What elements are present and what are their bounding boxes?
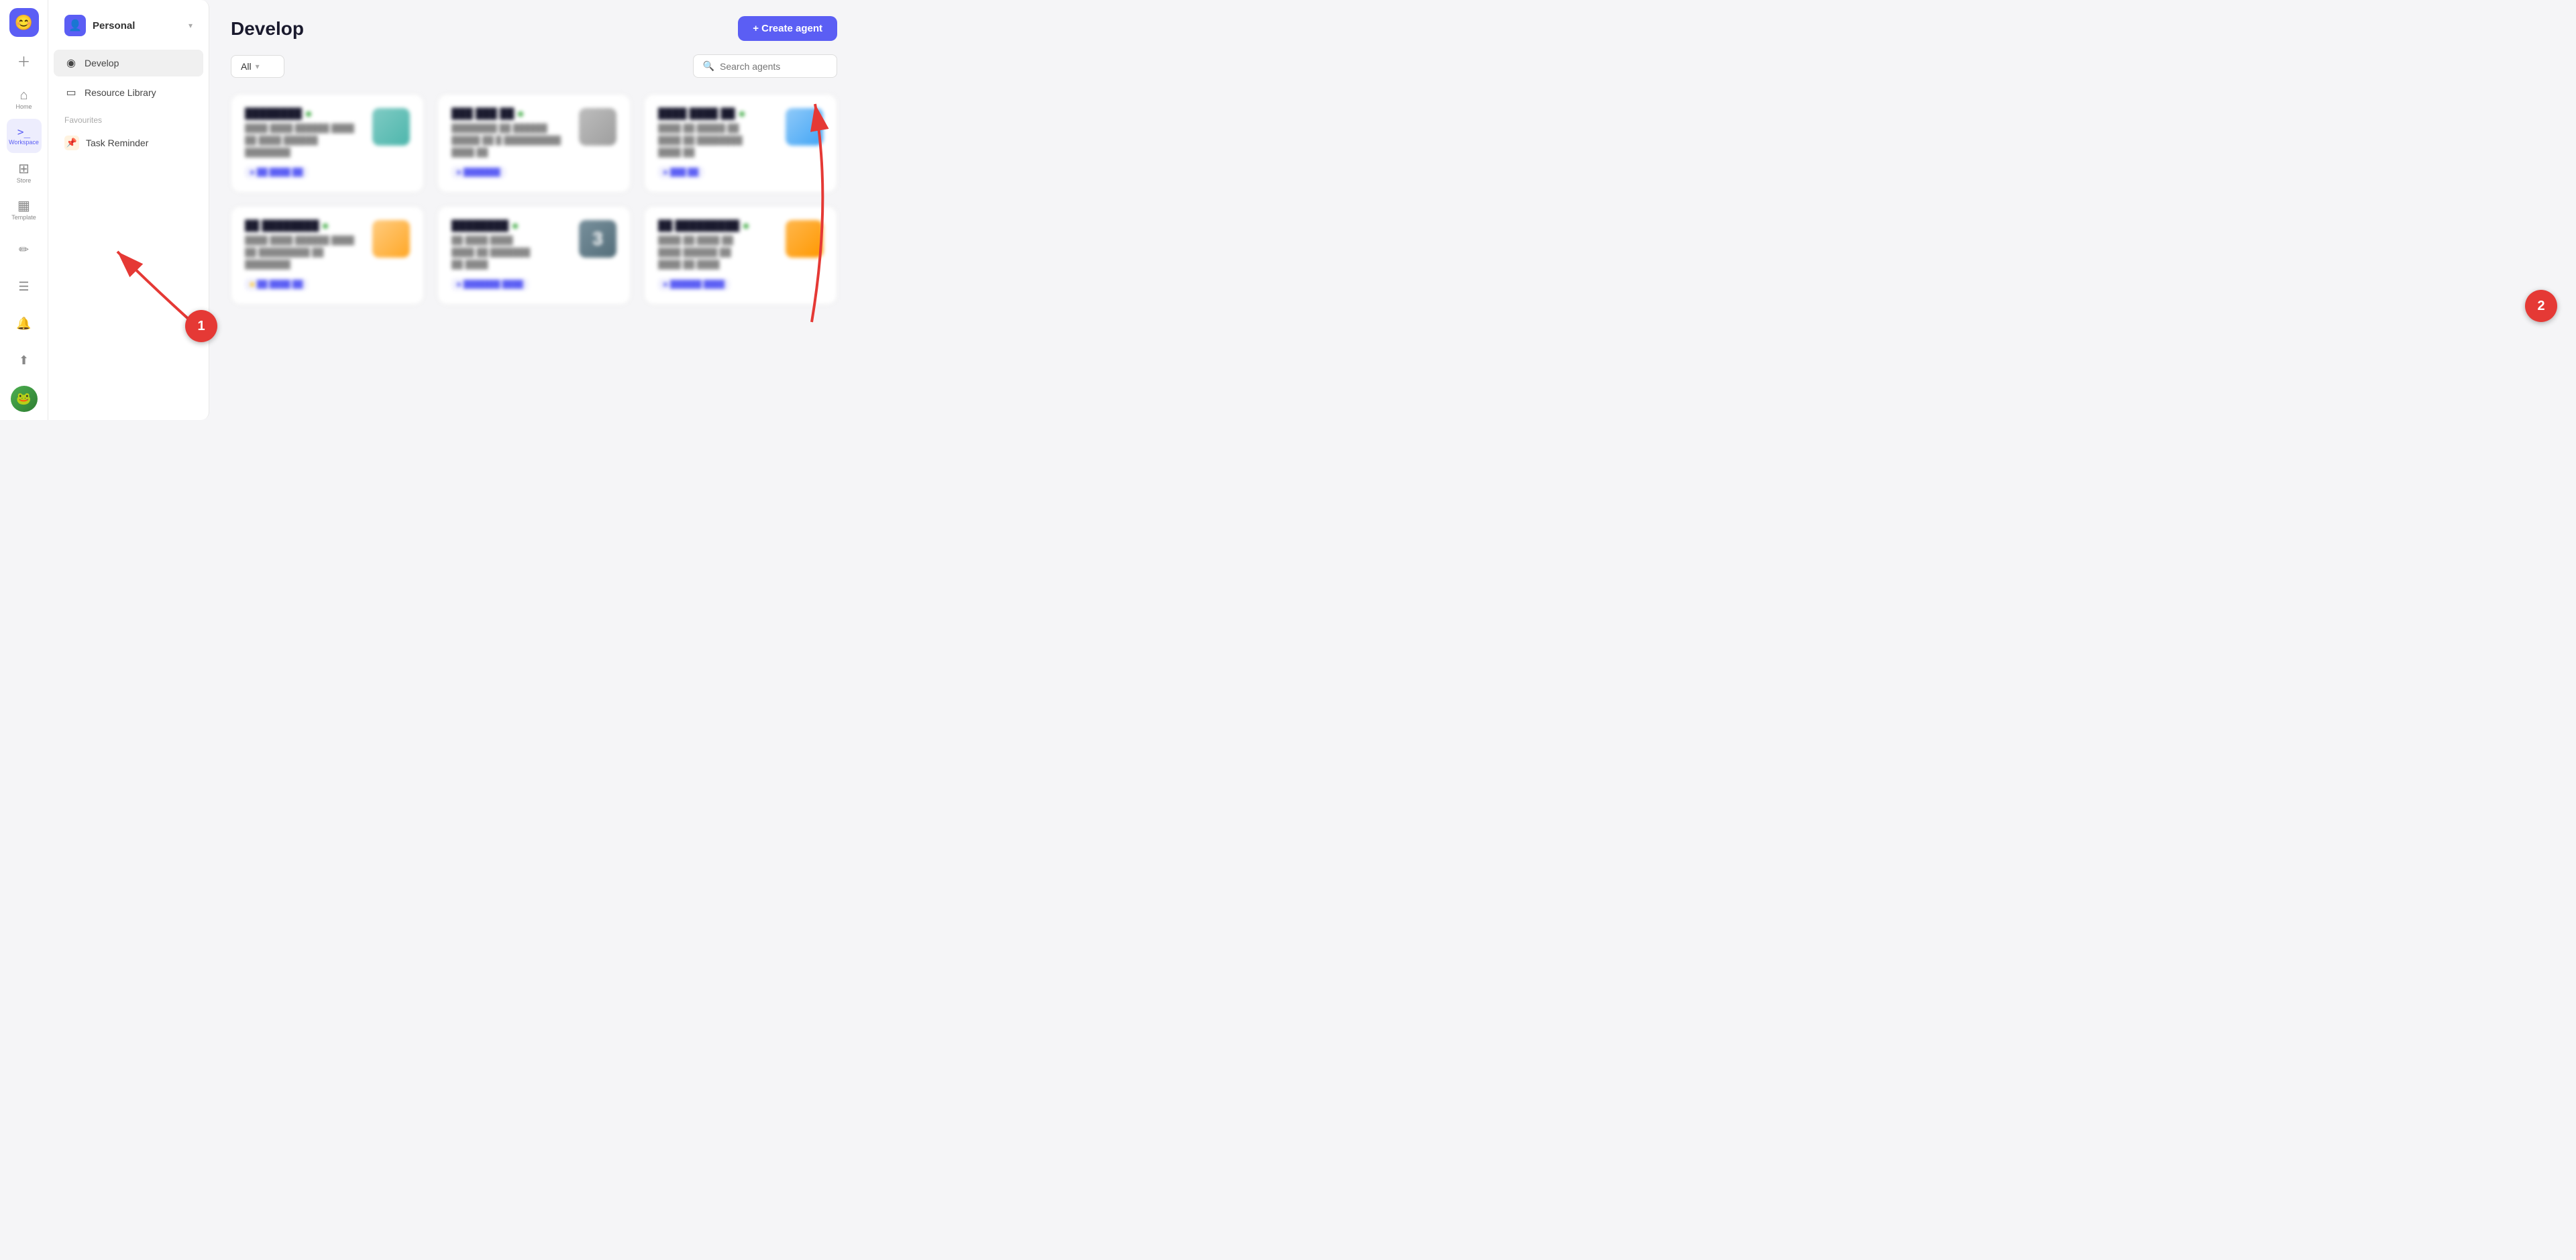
- card-4-tag: ██ ████ ██: [257, 280, 303, 288]
- card-1-status: [306, 111, 311, 117]
- chevron-down-icon: ▾: [189, 21, 193, 30]
- plugin-icon: ✏: [19, 244, 29, 256]
- user-avatar[interactable]: 🐸: [11, 386, 38, 412]
- search-icon: 🔍: [703, 60, 714, 72]
- agent-card-2[interactable]: ███ ███ ██ ████████ ██ ███████████ ██ █ …: [437, 94, 631, 193]
- create-agent-button[interactable]: + Create agent: [738, 16, 837, 41]
- main-content: Develop + Create agent All ▾ 🔍 ████████ …: [209, 0, 859, 420]
- card-5-avatar: 3: [579, 220, 616, 258]
- resource-library-icon: ▭: [64, 86, 78, 99]
- rail-item-template[interactable]: ▦ Template: [7, 193, 42, 227]
- docs-icon: ☰: [18, 280, 29, 293]
- filter-chevron-icon: ▾: [256, 62, 260, 71]
- card-3-status: [739, 111, 745, 117]
- main-header: Develop + Create agent: [231, 16, 837, 41]
- card-2-avatar: [579, 108, 616, 146]
- agent-card-6[interactable]: ██ █████████ ████ ██ ████ ██████ ██████ …: [644, 206, 837, 305]
- store-icon: ⊞: [18, 162, 30, 176]
- develop-label: Develop: [85, 58, 119, 68]
- rail-item-add[interactable]: ＋: [7, 45, 42, 79]
- card-6-avatar: [786, 220, 823, 258]
- sidebar-item-resource-library[interactable]: ▭ Resource Library: [54, 79, 203, 106]
- card-3-avatar: [786, 108, 823, 146]
- card-2-desc: ████████ ██ ███████████ ██ █ ███████████…: [451, 122, 571, 158]
- favourites-section-label: Favourites: [48, 107, 209, 129]
- home-label: Home: [15, 103, 32, 110]
- agent-card-3[interactable]: ████ ████ ██ ████ ██ █████ ██████ ██ ███…: [644, 94, 837, 193]
- rail-item-plugin[interactable]: ✏: [7, 233, 42, 267]
- card-2-title: ███ ███ ██: [451, 108, 514, 119]
- agent-cards-grid: ████████ ████ ████ ██████ ██████ ████ ██…: [231, 94, 837, 305]
- card-3-title: ████ ████ ██: [658, 108, 735, 119]
- card-6-tag: ██████ ████: [670, 280, 724, 288]
- card-2-tag: ███████: [464, 168, 500, 176]
- agent-card-5[interactable]: ████████ ██ ████ ████████ ██ █████████ █…: [437, 206, 631, 305]
- card-6-desc: ████ ██ ████ ██████ ██████ ██████ ██ ███…: [658, 234, 777, 270]
- rail-item-docs[interactable]: ☰: [7, 270, 42, 304]
- account-avatar: 👤: [64, 15, 86, 36]
- develop-icon: ◉: [64, 56, 78, 70]
- filter-dropdown[interactable]: All ▾: [231, 55, 284, 78]
- card-5-tag: ███████ ████: [464, 280, 523, 288]
- task-reminder-label: Task Reminder: [86, 138, 148, 148]
- template-label: Template: [11, 214, 36, 221]
- card-4-title: ██ ████████: [245, 220, 319, 231]
- rail-item-workspace[interactable]: >_ Workspace: [7, 119, 42, 153]
- app-logo[interactable]: 😊: [9, 8, 39, 37]
- icon-rail: 😊 ＋ ⌂ Home >_ Workspace ⊞ Store ▦ Templa…: [0, 0, 48, 420]
- card-1-tag: ██ ████ ██: [257, 168, 303, 176]
- filter-value: All: [241, 61, 252, 72]
- card-4-avatar: [372, 220, 410, 258]
- card-2-status: [518, 111, 523, 117]
- search-input[interactable]: [720, 61, 827, 72]
- store-label: Store: [17, 177, 32, 184]
- card-6-title: ██ █████████: [658, 220, 739, 231]
- sidebar-fav-task-reminder[interactable]: 📌 Task Reminder: [54, 130, 203, 156]
- rail-item-store[interactable]: ⊞ Store: [7, 156, 42, 190]
- card-1-desc: ████ ████ ██████ ██████ ████ ███████████…: [245, 122, 364, 158]
- card-4-status: [323, 223, 328, 229]
- sidebar-item-develop[interactable]: ◉ Develop: [54, 50, 203, 76]
- annotation-circle-2: 2: [2525, 290, 2557, 322]
- account-selector[interactable]: 👤 Personal ▾: [54, 8, 203, 43]
- sidebar: 👤 Personal ▾ ◉ Develop ▭ Resource Librar…: [48, 0, 209, 420]
- card-5-title: ████████: [451, 220, 508, 231]
- search-box[interactable]: 🔍: [693, 54, 837, 78]
- card-5-status: [513, 223, 518, 229]
- bell-icon: 🔔: [16, 317, 31, 329]
- home-icon: ⌂: [19, 89, 28, 102]
- annotation-circle-1: 1: [185, 310, 217, 342]
- upload-icon: ⬆: [19, 354, 29, 366]
- card-1-avatar: [372, 108, 410, 146]
- task-reminder-icon: 📌: [64, 136, 79, 150]
- card-1-title: ████████: [245, 108, 302, 119]
- card-3-tag: ███ ██: [670, 168, 698, 176]
- rail-item-home[interactable]: ⌂ Home: [7, 82, 42, 116]
- card-3-desc: ████ ██ █████ ██████ ██ ████████████ ██: [658, 122, 777, 158]
- account-name: Personal: [93, 20, 182, 32]
- workspace-label: Workspace: [9, 139, 39, 146]
- rail-item-notifications[interactable]: 🔔: [7, 307, 42, 341]
- card-5-desc: ██ ████ ████████ ██ █████████ ████: [451, 234, 571, 270]
- card-4-desc: ████ ████ ██████ ██████ █████████ ██████…: [245, 234, 364, 270]
- add-icon: ＋: [17, 56, 31, 69]
- card-6-status: [743, 223, 749, 229]
- toolbar-row: All ▾ 🔍: [231, 54, 837, 78]
- workspace-icon: >_: [17, 127, 30, 138]
- template-icon: ▦: [17, 199, 30, 213]
- agent-card-4[interactable]: ██ ████████ ████ ████ ██████ ██████ ████…: [231, 206, 424, 305]
- rail-item-upload[interactable]: ⬆: [7, 344, 42, 378]
- page-title: Develop: [231, 18, 304, 40]
- resource-library-label: Resource Library: [85, 87, 156, 98]
- agent-card-1[interactable]: ████████ ████ ████ ██████ ██████ ████ ██…: [231, 94, 424, 193]
